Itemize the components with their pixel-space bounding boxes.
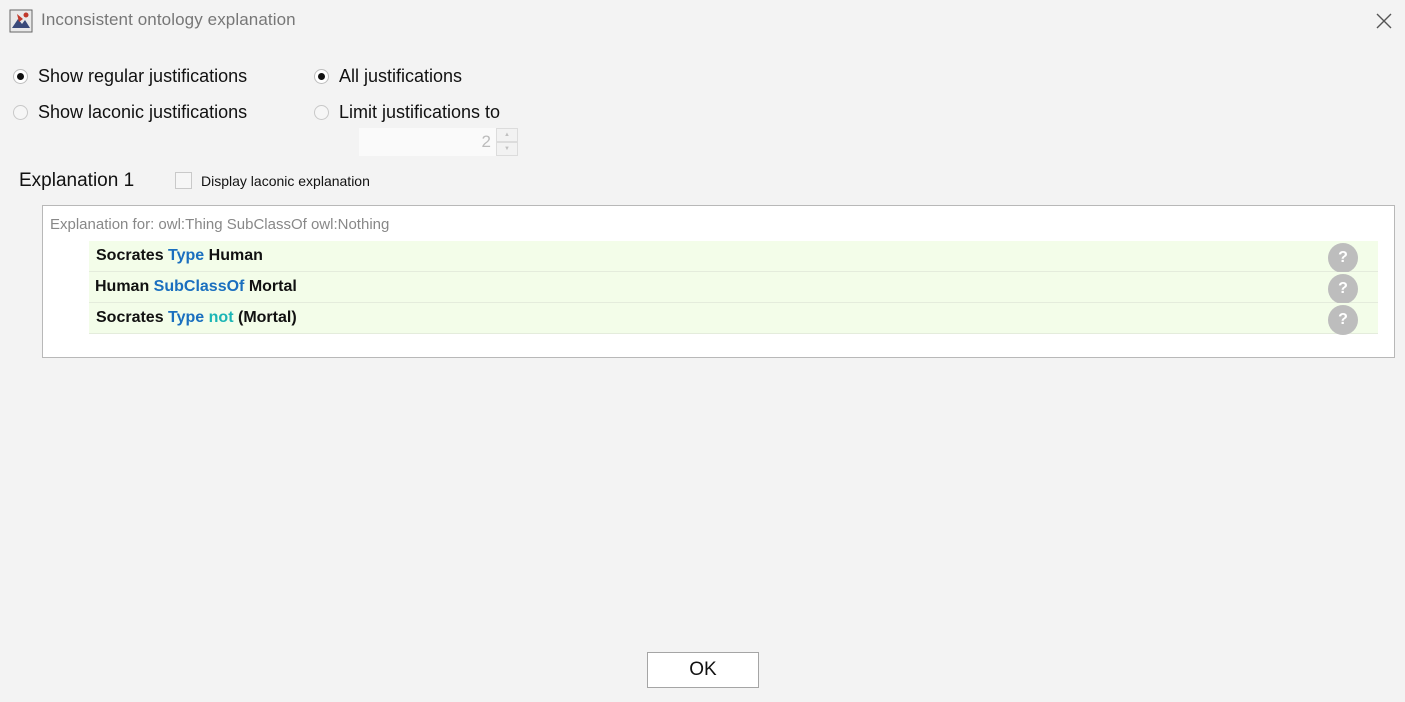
radio-label: Show laconic justifications — [38, 101, 248, 122]
limit-spinner-value[interactable]: 2 — [359, 128, 496, 156]
axiom-row[interactable]: Socrates Type not (Mortal)? — [89, 303, 1378, 335]
close-icon — [1376, 13, 1392, 29]
radio-label: All justifications — [339, 65, 463, 86]
radio-button-checked[interactable] — [13, 68, 28, 84]
axiom-entity: (Mortal) — [237, 309, 297, 326]
explanation-title: Explanation 1 — [19, 170, 135, 191]
radio-regular-justifications[interactable]: Show regular justifications — [13, 64, 247, 88]
help-icon[interactable]: ? — [1328, 305, 1358, 335]
radio-laconic-justifications[interactable]: Show laconic justifications — [13, 100, 247, 124]
limit-spinner[interactable]: 2 ▲ ▼ — [359, 128, 518, 156]
chevron-down-icon: ▼ — [504, 146, 510, 152]
axiom-entity: Human — [95, 278, 154, 295]
axiom-keyword: Type — [168, 309, 209, 326]
explanation-dialog: Inconsistent ontology explanation Show r… — [0, 0, 1405, 702]
spinner-buttons: ▲ ▼ — [496, 128, 518, 156]
radio-label: Show regular justifications — [38, 65, 248, 86]
explanation-panel: Explanation for: owl:Thing SubClassOf ow… — [42, 205, 1395, 358]
radio-button[interactable] — [314, 104, 329, 120]
chevron-up-icon: ▲ — [504, 132, 510, 138]
radio-all-justifications[interactable]: All justifications — [314, 64, 462, 88]
axiom-keyword: Type — [168, 247, 209, 264]
window-title: Inconsistent ontology explanation — [41, 10, 296, 29]
help-icon[interactable]: ? — [1328, 274, 1358, 304]
axiom-entity: Mortal — [248, 278, 297, 295]
axiom-keyword: not — [208, 309, 238, 326]
close-button[interactable] — [1368, 6, 1400, 36]
radio-label: Limit justifications to — [339, 101, 501, 122]
spinner-down-button[interactable]: ▼ — [496, 142, 518, 156]
laconic-explanation-checkbox-row[interactable]: Display laconic explanation — [175, 172, 370, 189]
axiom-entity: Socrates — [96, 309, 169, 326]
axiom-entity: Human — [208, 247, 263, 264]
axiom-row[interactable]: Socrates Type Human? — [89, 241, 1378, 273]
axiom-row[interactable]: Human SubClassOf Mortal? — [89, 272, 1378, 304]
radio-button-checked[interactable] — [314, 68, 329, 84]
app-icon — [9, 9, 33, 33]
radio-limit-justifications[interactable]: Limit justifications to — [314, 100, 500, 124]
axiom-entity: Socrates — [96, 247, 169, 264]
ok-button[interactable]: OK — [647, 652, 759, 688]
title-bar: Inconsistent ontology explanation — [0, 0, 1405, 42]
laconic-explanation-checkbox[interactable] — [175, 172, 192, 189]
checkbox-label: Display laconic explanation — [201, 172, 370, 189]
explanation-header: Explanation for: owl:Thing SubClassOf ow… — [50, 216, 390, 233]
help-icon[interactable]: ? — [1328, 243, 1358, 273]
spinner-up-button[interactable]: ▲ — [496, 128, 518, 142]
radio-button[interactable] — [13, 104, 28, 120]
axiom-keyword: SubClassOf — [153, 278, 249, 295]
